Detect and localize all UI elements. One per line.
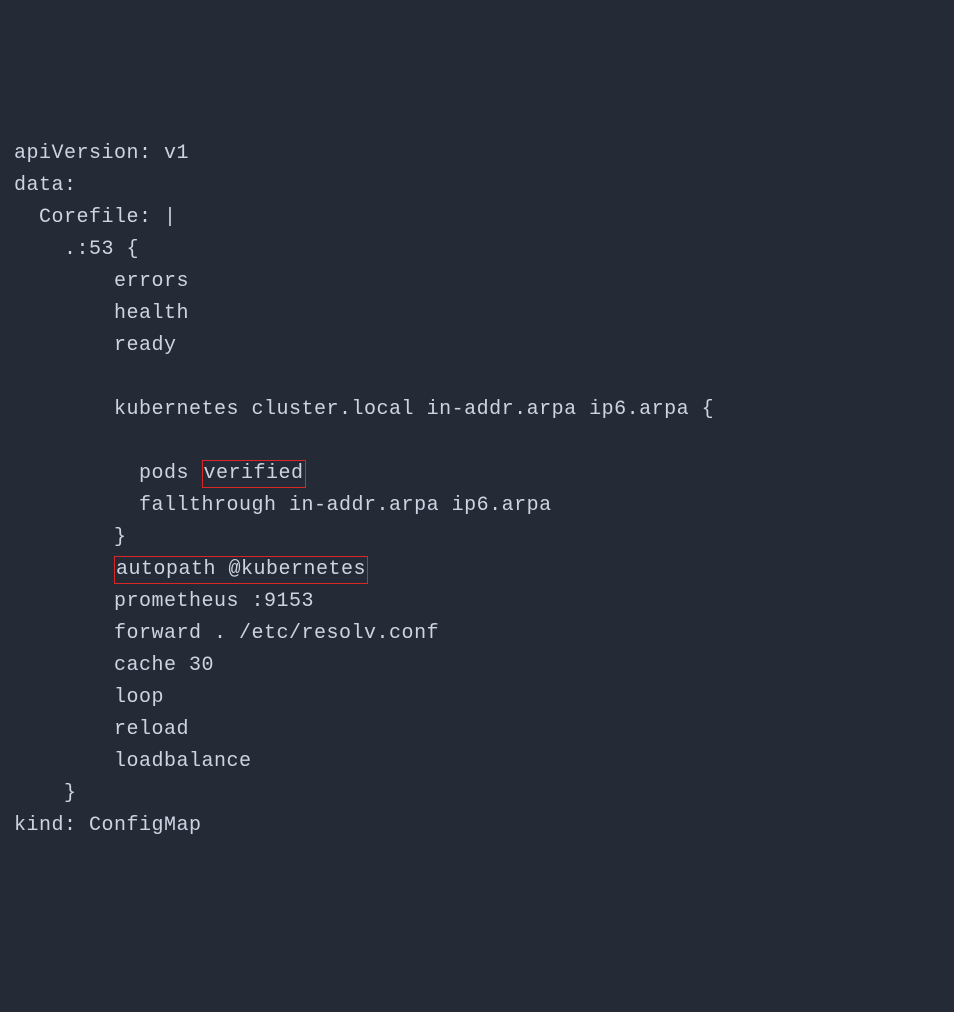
code-block: apiVersion: v1 data: Corefile: | .:53 { … [14, 138, 940, 842]
highlighted-verified: verified [202, 460, 306, 488]
code-line: cache 30 [14, 654, 214, 677]
code-line: fallthrough in-addr.arpa ip6.arpa [14, 494, 552, 517]
code-line: kubernetes cluster.local in-addr.arpa ip… [14, 398, 714, 421]
code-line: loop [14, 686, 164, 709]
code-line: data: [14, 174, 77, 197]
code-line: reload [14, 718, 189, 741]
code-line: } [14, 782, 77, 805]
code-line: forward . /etc/resolv.conf [14, 622, 439, 645]
code-line: errors [14, 270, 189, 293]
code-line: } [14, 526, 127, 549]
code-prefix: pods [14, 462, 202, 485]
code-line: health [14, 302, 189, 325]
code-line: ready [14, 334, 177, 357]
code-line: apiVersion: v1 [14, 142, 189, 165]
code-line: kind: ConfigMap [14, 814, 202, 837]
code-line: loadbalance [14, 750, 252, 773]
code-prefix [14, 558, 114, 581]
code-line: prometheus :9153 [14, 590, 314, 613]
highlighted-autopath: autopath @kubernetes [114, 556, 368, 584]
code-line: Corefile: | [14, 206, 177, 229]
code-line: .:53 { [14, 238, 139, 261]
